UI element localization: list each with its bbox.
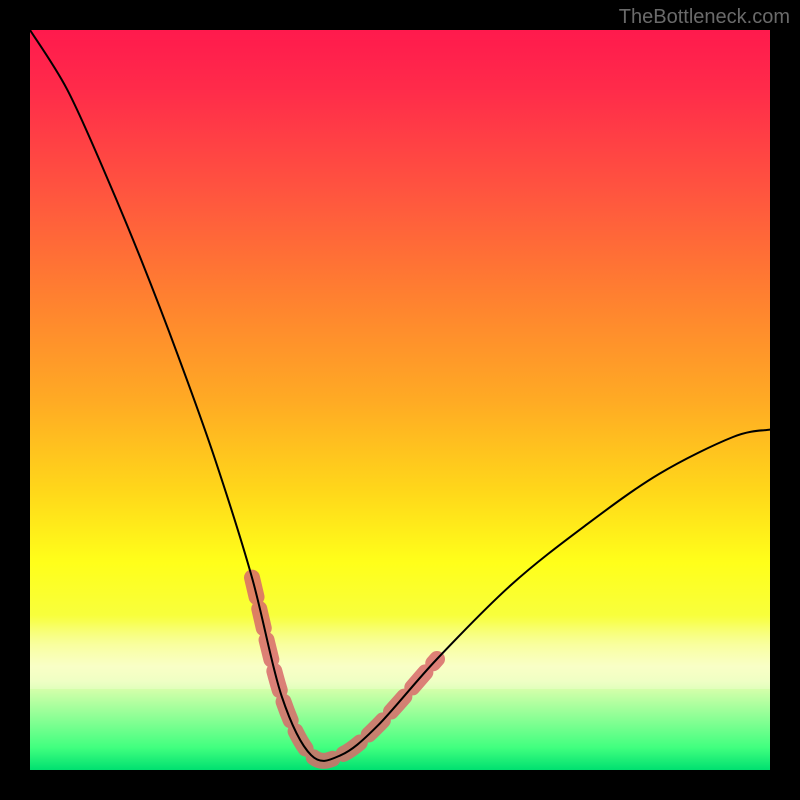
- curve-svg: [30, 30, 770, 770]
- highlight-path: [252, 578, 437, 761]
- bottleneck-curve: [30, 30, 770, 761]
- chart-frame: TheBottleneck.com: [0, 0, 800, 800]
- plot-area: [30, 30, 770, 770]
- watermark-text: TheBottleneck.com: [619, 6, 790, 29]
